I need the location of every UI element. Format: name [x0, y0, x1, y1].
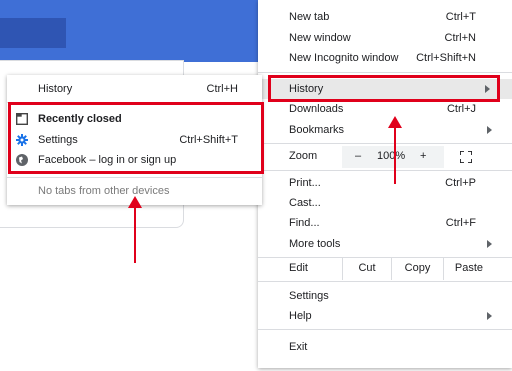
- menu-label: Print...: [289, 177, 321, 189]
- menu-item-exit[interactable]: Exit: [258, 337, 512, 357]
- menu-shortcut: Ctrl+Shift+N: [416, 52, 476, 64]
- menu-label: Cast...: [289, 197, 321, 209]
- menu-item-more-tools[interactable]: More tools: [258, 234, 512, 254]
- cut-button[interactable]: Cut: [342, 258, 391, 280]
- menu-item-cast[interactable]: Cast...: [258, 193, 512, 213]
- chevron-right-icon: [487, 312, 492, 320]
- menu-item-downloads[interactable]: Downloads Ctrl+J: [258, 99, 512, 119]
- recently-closed-highlight-box: [8, 102, 264, 174]
- submenu-label: History: [38, 83, 73, 95]
- submenu-shortcut: Ctrl+H: [206, 83, 238, 95]
- menu-label: Settings: [289, 290, 329, 302]
- menu-shortcut: Ctrl+N: [444, 32, 476, 44]
- submenu-separator: [7, 177, 262, 178]
- arrow-shaft: [134, 206, 136, 263]
- menu-label: Bookmarks: [289, 124, 345, 136]
- fullscreen-icon[interactable]: [460, 151, 472, 163]
- zoom-in-button[interactable]: +: [420, 150, 426, 162]
- menu-shortcut: Ctrl+T: [445, 11, 476, 23]
- menu-shortcut: Ctrl+F: [445, 217, 476, 229]
- history-highlight-box: [268, 75, 500, 102]
- paste-label: Paste: [454, 262, 484, 274]
- edit-label: Edit: [289, 262, 308, 274]
- menu-label: New Incognito window: [289, 52, 399, 64]
- menu-separator: [258, 72, 512, 73]
- zoom-label: Zoom: [289, 150, 318, 162]
- redacted-block: [0, 18, 66, 48]
- copy-button[interactable]: Copy: [391, 258, 443, 280]
- menu-item-bookmarks[interactable]: Bookmarks: [258, 120, 512, 140]
- paste-button[interactable]: Paste: [443, 258, 494, 280]
- menu-label: Exit: [289, 341, 308, 353]
- chevron-right-icon: [487, 240, 492, 248]
- menu-shortcut: Ctrl+P: [445, 177, 476, 189]
- menu-label: New window: [289, 32, 351, 44]
- cut-label: Cut: [358, 262, 376, 274]
- menu-label: More tools: [289, 238, 341, 250]
- chrome-main-menu: New tab Ctrl+T New window Ctrl+N New Inc…: [258, 0, 512, 368]
- submenu-item-history[interactable]: History Ctrl+H: [7, 79, 262, 99]
- zoom-out-button[interactable]: –: [355, 150, 361, 162]
- menu-separator: [258, 143, 512, 144]
- zoom-controls: – 100% +: [342, 146, 444, 168]
- menu-separator: [258, 170, 512, 171]
- menu-label: New tab: [289, 11, 330, 23]
- menu-separator: [258, 281, 512, 282]
- menu-label: Find...: [289, 217, 320, 229]
- menu-edit-row: Edit Cut Copy Paste: [258, 258, 512, 280]
- menu-zoom-row: Zoom – 100% +: [258, 146, 512, 168]
- menu-item-find[interactable]: Find... Ctrl+F: [258, 213, 512, 233]
- copy-label: Copy: [404, 262, 431, 274]
- zoom-value: 100%: [377, 150, 406, 162]
- chevron-right-icon: [487, 126, 492, 134]
- menu-item-new-window[interactable]: New window Ctrl+N: [258, 28, 512, 48]
- menu-item-settings[interactable]: Settings: [258, 286, 512, 306]
- menu-item-new-incognito[interactable]: New Incognito window Ctrl+Shift+N: [258, 48, 512, 68]
- menu-separator: [258, 329, 512, 330]
- menu-label: Downloads: [289, 103, 344, 115]
- menu-label: Help: [289, 310, 312, 322]
- menu-item-new-tab[interactable]: New tab Ctrl+T: [258, 7, 512, 27]
- arrow-shaft: [394, 126, 396, 184]
- menu-item-help[interactable]: Help: [258, 306, 512, 326]
- menu-shortcut: Ctrl+J: [446, 103, 476, 115]
- submenu-label: No tabs from other devices: [38, 185, 170, 197]
- menu-item-print[interactable]: Print... Ctrl+P: [258, 173, 512, 193]
